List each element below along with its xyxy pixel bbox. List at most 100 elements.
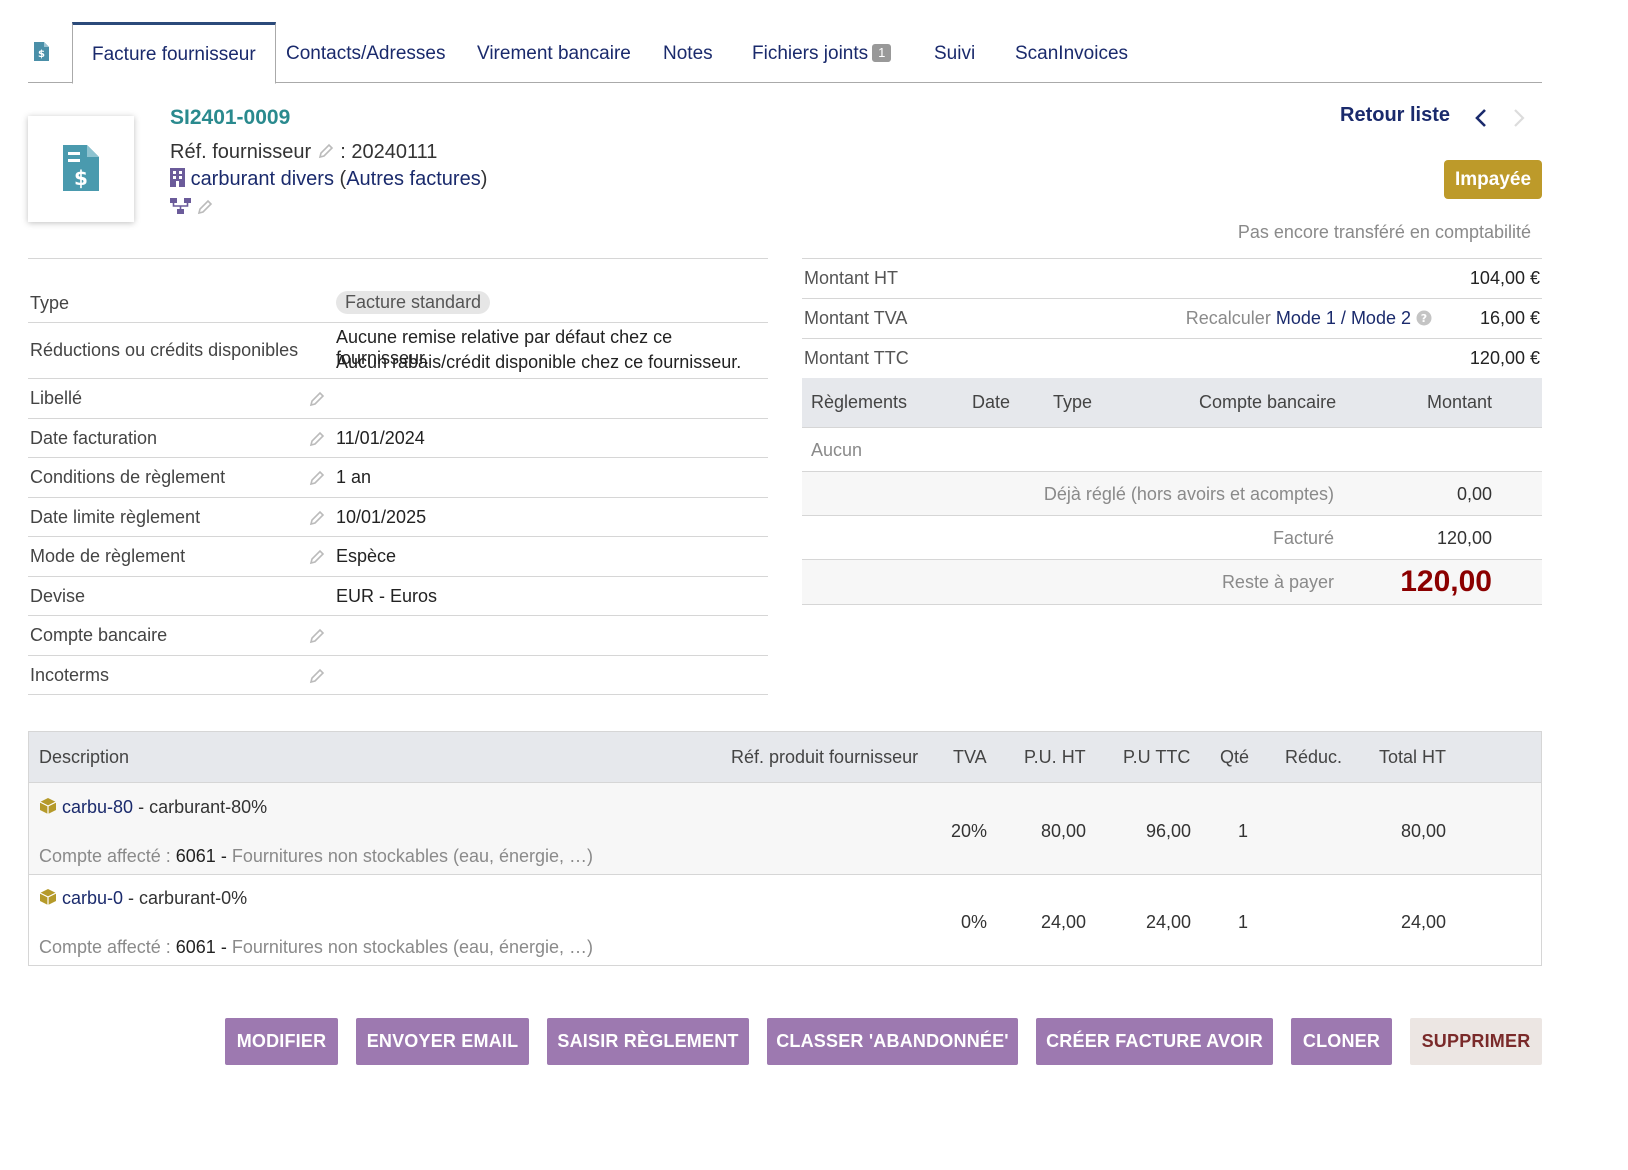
back-to-list-link[interactable]: Retour liste	[1340, 104, 1450, 127]
invoice-info-table: Type Facture standard Réductions ou créd…	[28, 258, 768, 695]
accounting-account-line: Compte affecté : 6061 - Fournitures non …	[39, 846, 593, 867]
project-tree-icon[interactable]	[170, 197, 192, 221]
col-pu-ttc: P.U TTC	[1123, 747, 1191, 767]
tab-notes[interactable]: Notes	[663, 22, 713, 83]
edit-pencil-icon[interactable]	[308, 548, 326, 571]
total-ht-label: Montant HT	[804, 268, 899, 288]
next-chevron-icon	[1512, 108, 1526, 133]
product-separator: -	[123, 888, 140, 908]
remaining-label: Reste à payer	[1221, 572, 1334, 592]
total-ht-row: Montant HT 104,00 €	[802, 259, 1542, 299]
clone-button[interactable]: CLONER	[1291, 1018, 1392, 1065]
payments-table: Règlements Date Type Compte bancaire Mon…	[802, 378, 1542, 605]
tab-virement-bancaire[interactable]: Virement bancaire	[477, 22, 631, 83]
edit-pencil-icon[interactable]	[317, 142, 335, 166]
libelle-label: Libellé	[30, 388, 83, 408]
total-ht-value: 104,00 €	[1469, 268, 1540, 288]
tab-label: Fichiers joints	[752, 43, 869, 64]
discounts-label: Réductions ou crédits disponibles	[30, 340, 299, 360]
supplier-category-link[interactable]: Autres factures	[346, 168, 481, 190]
tab-label: Suivi	[934, 43, 976, 64]
recalc-mode2-link[interactable]: Mode 2	[1351, 308, 1411, 328]
product-line-title: carbu-0 - carburant-0%	[39, 888, 247, 911]
info-row-date: Date facturation 11/01/2024	[28, 419, 768, 458]
invoiced-row: Facturé 120,00	[802, 516, 1542, 560]
supplier-ref-value: : 20240111	[340, 141, 438, 163]
totals-table: Montant HT 104,00 € Montant TVA Recalcul…	[802, 258, 1542, 379]
payments-empty-row: Aucun	[802, 428, 1542, 472]
edit-pencil-icon[interactable]	[308, 430, 326, 453]
enter-payment-button[interactable]: SAISIR RÈGLEMENT	[547, 1018, 749, 1065]
edit-pencil-icon[interactable]	[308, 469, 326, 492]
tab-scaninvoices[interactable]: ScanInvoices	[1015, 22, 1128, 83]
edit-pencil-icon[interactable]	[196, 198, 214, 221]
info-row-currency: Devise EUR - Euros	[28, 577, 768, 616]
tab-label: Virement bancaire	[477, 43, 631, 64]
help-icon[interactable]: ?	[1416, 301, 1432, 339]
account-label: Compte affecté :	[39, 846, 171, 866]
date-label: Date facturation	[30, 428, 158, 448]
delete-button[interactable]: SUPPRIMER	[1410, 1018, 1542, 1065]
send-email-button[interactable]: ENVOYER EMAIL	[356, 1018, 529, 1065]
invoiced-label: Facturé	[1272, 528, 1334, 548]
invoice-lines-table: Description Réf. produit fournisseur TVA…	[28, 731, 1542, 966]
col-tva: TVA	[953, 747, 987, 767]
edit-pencil-icon[interactable]	[308, 509, 326, 532]
tab-label: ScanInvoices	[1015, 43, 1129, 64]
info-row-incoterms: Incoterms	[28, 656, 768, 695]
info-row-type: Type Facture standard	[28, 259, 768, 323]
document-thumbnail: $	[28, 116, 134, 222]
line-pu-ttc: 24,00	[1145, 912, 1191, 932]
recalc-group: Recalculer Mode 1 / Mode 2 ?	[1186, 299, 1432, 339]
incoterms-label: Incoterms	[30, 665, 110, 685]
total-ttc-row: Montant TTC 120,00 €	[802, 339, 1542, 379]
paren-close: )	[480, 168, 488, 190]
invoice-tab-icon[interactable]: $	[34, 42, 49, 66]
previous-chevron-icon[interactable]	[1474, 108, 1488, 133]
tab-label: Facture fournisseur	[92, 44, 256, 65]
payments-col-bank: Compte bancaire	[1199, 392, 1337, 412]
line-qty: 1	[1237, 821, 1248, 841]
modify-button[interactable]: MODIFIER	[225, 1018, 338, 1065]
product-separator: -	[133, 797, 150, 817]
already-paid-label: Déjà réglé (hors avoirs et acomptes)	[1043, 484, 1334, 504]
conditions-value: 1 an	[336, 467, 372, 487]
supplier-link[interactable]: carburant divers	[191, 168, 334, 190]
line-pu-ttc: 96,00	[1145, 821, 1191, 841]
status-badge: Impayée	[1444, 160, 1542, 199]
recalc-mode1-link[interactable]: Mode 1	[1276, 308, 1336, 328]
payments-col-type: Type	[1053, 392, 1093, 412]
create-credit-note-button[interactable]: CRÉER FACTURE AVOIR	[1036, 1018, 1273, 1065]
product-link[interactable]: carbu-80	[62, 797, 133, 817]
tab-fichiers-joints[interactable]: Fichiers joints 1	[752, 22, 892, 83]
product-box-icon	[39, 888, 57, 911]
total-tva-row: Montant TVA Recalculer Mode 1 / Mode 2 ?…	[802, 299, 1542, 339]
line-total-ht: 24,00	[1400, 912, 1446, 932]
date-value: 11/01/2024	[336, 428, 425, 448]
tab-suivi[interactable]: Suivi	[934, 22, 975, 83]
already-paid-row: Déjà réglé (hors avoirs et acomptes) 0,0…	[802, 472, 1542, 516]
accounting-account-line: Compte affecté : 6061 - Fournitures non …	[39, 937, 593, 958]
svg-text:$: $	[74, 166, 88, 190]
building-icon	[170, 168, 185, 193]
account-dash: -	[220, 937, 227, 957]
due-date-label: Date limite règlement	[30, 507, 201, 527]
payment-mode-label: Mode de règlement	[30, 546, 186, 566]
info-row-conditions: Conditions de règlement 1 an	[28, 458, 768, 498]
classify-abandoned-button[interactable]: CLASSER 'ABANDONNÉE'	[767, 1018, 1018, 1065]
col-total-ht: Total HT	[1379, 747, 1447, 767]
discounts-credit-text: Aucun rabais/crédit disponible chez ce f…	[336, 352, 742, 372]
type-label: Type	[30, 293, 70, 313]
edit-pencil-icon[interactable]	[308, 667, 326, 690]
edit-pencil-icon[interactable]	[308, 390, 326, 413]
invoice-ref: SI2401-0009	[170, 106, 291, 129]
project-line	[170, 197, 214, 221]
info-row-libelle: Libellé	[28, 379, 768, 419]
edit-pencil-icon[interactable]	[308, 627, 326, 650]
remaining-value: 120,00	[1400, 565, 1492, 598]
paren-open: (	[333, 168, 347, 190]
currency-value: EUR - Euros	[336, 586, 438, 606]
tab-contacts-adresses[interactable]: Contacts/Adresses	[286, 22, 445, 83]
tab-facture-fournisseur[interactable]: Facture fournisseur	[72, 22, 276, 84]
product-link[interactable]: carbu-0	[62, 888, 123, 908]
